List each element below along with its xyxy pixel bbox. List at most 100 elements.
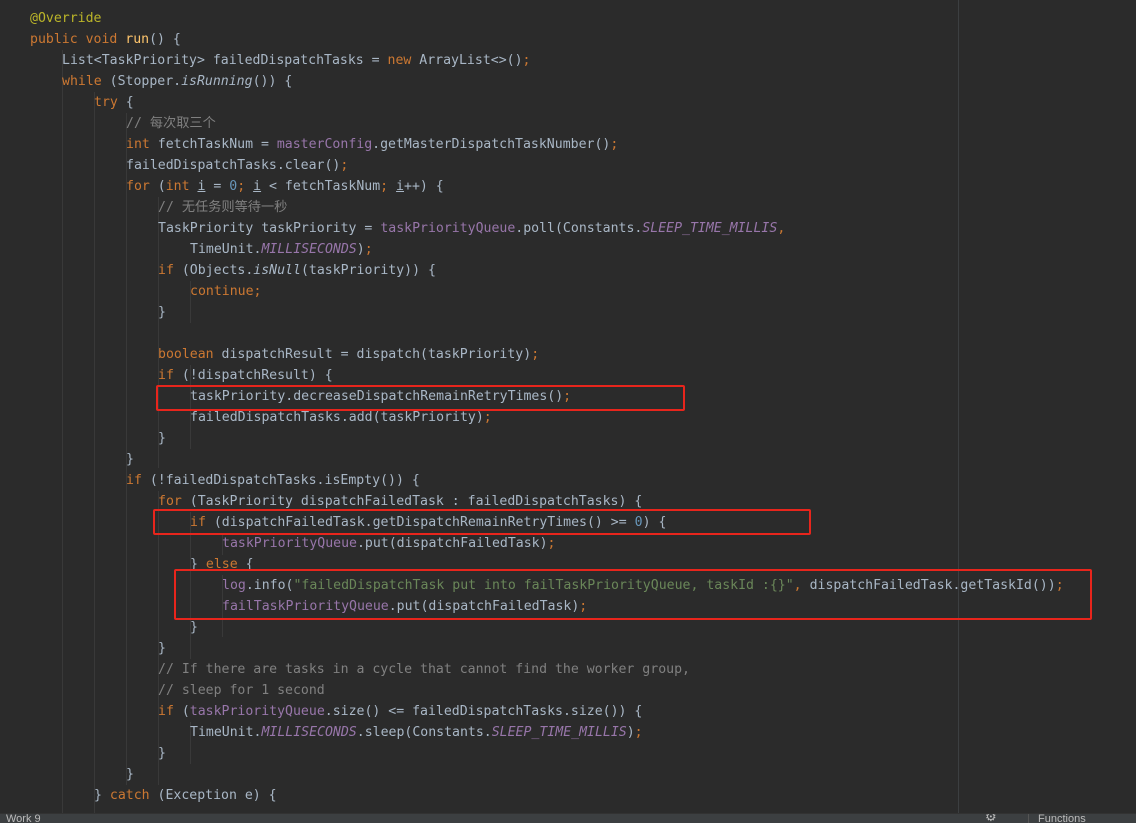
code-line[interactable]: TimeUnit.MILLISECONDS.sleep(Constants.SL…: [190, 722, 643, 743]
code-line[interactable]: }: [158, 302, 166, 323]
code-token: (TaskPriority dispatchFailedTask : faile…: [189, 494, 643, 509]
code-line[interactable]: continue;: [190, 281, 261, 302]
code-line[interactable]: TimeUnit.MILLISECONDS);: [190, 239, 373, 260]
code-line[interactable]: // sleep for 1 second: [158, 680, 325, 701]
code-token: (taskPriority)) {: [300, 263, 436, 278]
code-token: new: [387, 53, 420, 68]
code-token: .info(: [245, 578, 294, 593]
code-token: MILLISECONDS: [261, 242, 357, 257]
code-token: ;: [634, 725, 643, 740]
code-line[interactable]: if (!dispatchResult) {: [158, 365, 333, 386]
code-line[interactable]: // 无任务则等待一秒: [158, 197, 287, 218]
code-token: boolean: [158, 347, 222, 362]
code-token: ;: [483, 410, 492, 425]
code-line[interactable]: // 每次取三个: [126, 113, 216, 134]
code-line[interactable]: }: [158, 743, 166, 764]
code-line[interactable]: }: [190, 617, 198, 638]
code-token: ): [356, 242, 365, 257]
code-token: log: [222, 578, 246, 593]
code-line[interactable]: while (Stopper.isRunning()) {: [62, 71, 292, 92]
code-token: }: [158, 305, 166, 320]
code-token: () {: [149, 32, 181, 47]
code-token: ): [626, 725, 635, 740]
code-token: }: [126, 452, 134, 467]
code-line[interactable]: for (TaskPriority dispatchFailedTask : f…: [158, 491, 642, 512]
code-line[interactable]: try {: [94, 92, 134, 113]
code-token: isNull: [253, 263, 301, 278]
code-line[interactable]: int fetchTaskNum = masterConfig.getMaste…: [126, 134, 618, 155]
code-line[interactable]: if (Objects.isNull(taskPriority)) {: [158, 260, 436, 281]
code-token: ;: [531, 347, 540, 362]
code-token: TaskPriority taskPriority =: [158, 221, 381, 236]
code-line[interactable]: taskPriority.decreaseDispatchRemainRetry…: [190, 386, 571, 407]
code-token: ;: [380, 179, 397, 194]
code-token: ,: [777, 221, 786, 236]
code-token: failedDispatchTasks.add(taskPriority): [190, 410, 484, 425]
code-line[interactable]: }: [158, 428, 166, 449]
code-line[interactable]: failedDispatchTasks.add(taskPriority);: [190, 407, 492, 428]
code-token: if: [158, 704, 182, 719]
code-line[interactable]: boolean dispatchResult = dispatch(taskPr…: [158, 344, 539, 365]
code-token: }: [126, 767, 134, 782]
code-line[interactable]: TaskPriority taskPriority = taskPriority…: [158, 218, 785, 239]
code-line[interactable]: List<TaskPriority> failedDispatchTasks =…: [62, 50, 530, 71]
code-line[interactable]: failedDispatchTasks.clear();: [126, 155, 348, 176]
status-divider: [1028, 814, 1029, 823]
code-token: if: [126, 473, 150, 488]
code-line[interactable]: } catch (Exception e) {: [94, 785, 277, 806]
code-token: ;: [579, 599, 588, 614]
code-token: }: [190, 620, 198, 635]
code-token: // If there are tasks in a cycle that ca…: [158, 662, 690, 677]
code-token: ;: [522, 53, 531, 68]
code-line[interactable]: } else {: [190, 554, 254, 575]
gear-icon[interactable]: ⚙: [985, 814, 998, 823]
code-token: if: [190, 515, 214, 530]
code-editor[interactable]: @Override public void run() {List<TaskPri…: [0, 0, 1136, 813]
code-token: try: [94, 95, 126, 110]
code-token: (: [181, 704, 190, 719]
code-token: < fetchTaskNum: [261, 179, 381, 194]
code-token: continue;: [190, 284, 262, 299]
code-line[interactable]: }: [158, 638, 166, 659]
code-line[interactable]: for (int i = 0; i < fetchTaskNum; i++) {: [126, 176, 444, 197]
code-token: taskPriority.decreaseDispatchRemainRetry…: [190, 389, 564, 404]
code-line[interactable]: if (!failedDispatchTasks.isEmpty()) {: [126, 470, 420, 491]
code-token: i: [396, 179, 404, 194]
code-line[interactable]: }: [126, 449, 134, 470]
code-token: ArrayList<>(): [419, 53, 523, 68]
code-token: ;: [340, 158, 349, 173]
code-line[interactable]: failTaskPriorityQueue.put(dispatchFailed…: [222, 596, 587, 617]
code-token: ;: [547, 536, 556, 551]
status-right-text[interactable]: Functions: [1038, 814, 1086, 823]
code-token: taskPriorityQueue: [222, 536, 357, 551]
code-line[interactable]: if (dispatchFailedTask.getDispatchRemain…: [190, 512, 666, 533]
code-token: public: [30, 32, 86, 47]
code-line[interactable]: if (taskPriorityQueue.size() <= failedDi…: [158, 701, 642, 722]
code-token: SLEEP_TIME_MILLIS: [491, 725, 627, 740]
code-token: // 无任务则等待一秒: [158, 200, 288, 215]
code-token: masterConfig: [276, 137, 373, 152]
code-token: ) {: [642, 515, 667, 530]
code-line[interactable]: }: [126, 764, 134, 785]
code-line[interactable]: // If there are tasks in a cycle that ca…: [158, 659, 690, 680]
code-token: for: [126, 179, 158, 194]
code-line[interactable]: public void run() {: [30, 29, 181, 50]
status-bar: Work 9 ⚙ Functions: [0, 813, 1136, 823]
code-token: TimeUnit.: [190, 725, 262, 740]
code-token: while: [62, 74, 110, 89]
right-margin-guide: [958, 0, 959, 813]
code-token: // 每次取三个: [126, 116, 216, 131]
code-token: }: [190, 557, 206, 572]
code-token: (Stopper.: [109, 74, 182, 89]
code-token: ;: [610, 137, 619, 152]
code-line[interactable]: log.info("failedDispatchTask put into fa…: [222, 575, 1064, 596]
code-line[interactable]: taskPriorityQueue.put(dispatchFailedTask…: [222, 533, 556, 554]
code-line[interactable]: @Override: [30, 8, 101, 29]
code-token: }: [158, 746, 166, 761]
code-token: fetchTaskNum =: [157, 137, 277, 152]
code-token: }: [158, 641, 166, 656]
status-left-text[interactable]: Work 9: [6, 814, 41, 823]
code-token: failTaskPriorityQueue: [222, 599, 389, 614]
code-token: taskPriorityQueue: [380, 221, 516, 236]
code-token: SLEEP_TIME_MILLIS: [642, 221, 778, 236]
